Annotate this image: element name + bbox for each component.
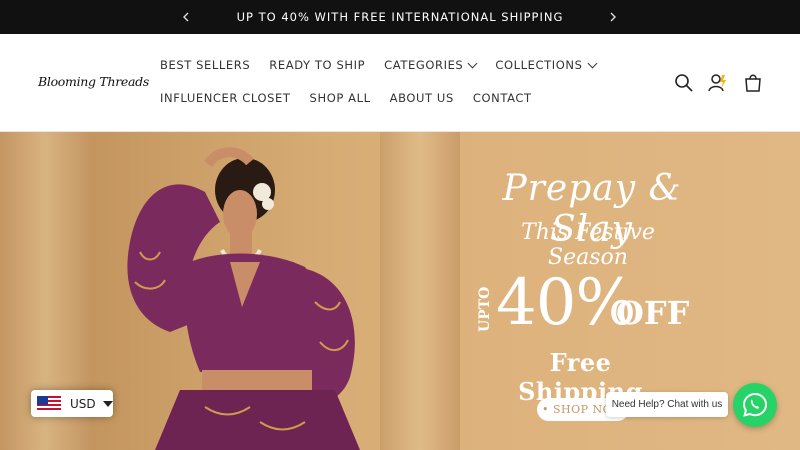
main-nav-row-1: BEST SELLERS READY TO SHIP CATEGORIES CO…	[160, 58, 615, 72]
chat-help-bubble[interactable]: Need Help? Chat with us	[606, 392, 728, 417]
caret-down-icon	[102, 400, 113, 407]
nav-about-us[interactable]: ABOUT US	[390, 91, 454, 105]
hero-upto: UPTO	[477, 286, 493, 332]
chevron-left-icon[interactable]	[176, 0, 196, 34]
brand-logo[interactable]: Blooming Threads	[38, 74, 149, 89]
nav-influencer-closet[interactable]: INFLUENCER CLOSET	[160, 91, 291, 105]
chevron-down-icon	[467, 58, 478, 68]
chevron-down-icon	[587, 58, 597, 68]
nav-shop-all[interactable]: SHOP ALL	[310, 91, 371, 105]
hero-off: OFF	[616, 294, 690, 332]
nav-best-sellers[interactable]: BEST SELLERS	[160, 58, 250, 72]
nav-contact[interactable]: CONTACT	[473, 91, 532, 105]
currency-selector[interactable]: USD	[31, 390, 113, 417]
nav-categories[interactable]: CATEGORIES	[384, 58, 478, 72]
search-icon[interactable]	[673, 72, 695, 94]
nav-collections[interactable]: COLLECTIONS	[495, 58, 597, 72]
chevron-right-icon[interactable]	[603, 0, 623, 34]
model-image	[127, 147, 360, 450]
hero-subheadline: This Festive Season	[521, 220, 655, 270]
whatsapp-icon[interactable]	[733, 383, 777, 427]
hero-percent: 40%	[496, 266, 636, 340]
us-flag-icon	[37, 395, 61, 412]
site-header: Blooming Threads BEST SELLERS READY TO S…	[0, 34, 800, 132]
account-icon[interactable]	[707, 72, 729, 94]
announcement-bar: UP TO 40% WITH FREE INTERNATIONAL SHIPPI…	[0, 0, 800, 34]
nav-ready-to-ship[interactable]: READY TO SHIP	[269, 58, 365, 72]
currency-code: USD	[70, 396, 96, 411]
announcement-text: UP TO 40% WITH FREE INTERNATIONAL SHIPPI…	[236, 10, 564, 24]
main-nav-row-2: INFLUENCER CLOSET SHOP ALL ABOUT US CONT…	[160, 91, 551, 105]
cart-icon[interactable]	[742, 72, 764, 94]
